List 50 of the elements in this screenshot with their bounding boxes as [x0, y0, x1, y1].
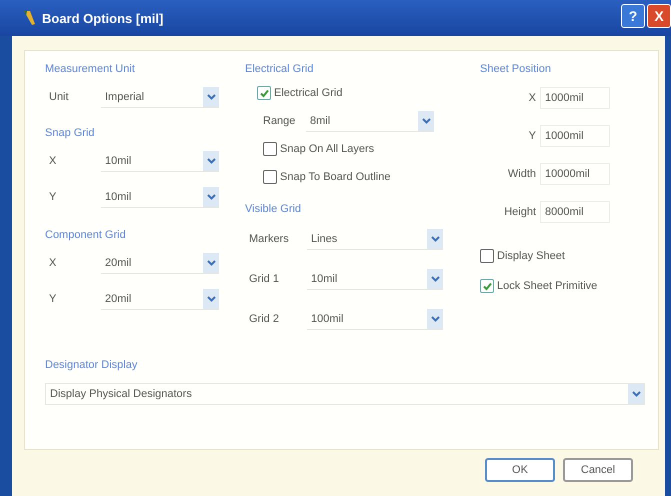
input-field[interactable]: 1000mil [540, 125, 610, 147]
field-label: Markers [249, 233, 290, 245]
help-button[interactable]: ? [621, 4, 645, 28]
checkbox[interactable] [480, 249, 494, 263]
dropdown-field[interactable]: Display Physical Designators [45, 383, 645, 405]
checkbox-label: Lock Sheet Primitive [497, 280, 598, 292]
field-label: Grid 2 [249, 313, 280, 325]
field-label: Height [503, 206, 536, 218]
ok-button[interactable]: OK [485, 458, 555, 482]
input-field[interactable]: 10000mil [540, 163, 610, 185]
close-button[interactable]: X [647, 4, 671, 28]
field-label: Unit [48, 91, 70, 103]
dropdown-field[interactable]: 20mil [101, 288, 219, 310]
dropdown-field[interactable]: 100mil [307, 308, 443, 330]
section-heading: Visible Grid [245, 203, 302, 217]
dropdown-field[interactable]: 10mil [307, 268, 443, 290]
checkbox[interactable] [263, 170, 277, 184]
checkbox[interactable] [263, 142, 277, 156]
dropdown-field[interactable]: 10mil [101, 186, 219, 208]
section-heading: Sheet Position [480, 63, 552, 77]
checkbox-label: Snap To Board Outline [280, 171, 390, 183]
dropdown-field[interactable]: Lines [307, 228, 443, 250]
field-label: X [528, 92, 536, 104]
field-label: Grid 1 [249, 273, 280, 285]
section-heading: Snap Grid [45, 127, 96, 141]
field-label: Width [506, 168, 536, 180]
field-label: Range [263, 115, 296, 127]
input-field[interactable]: 1000mil [540, 87, 610, 109]
field-label: Y [48, 293, 58, 305]
input-field[interactable]: 8000mil [540, 201, 610, 223]
field-label: X [48, 155, 58, 167]
section-heading: Measurement Unit [45, 63, 136, 77]
field-label: Y [528, 130, 536, 142]
dropdown-field[interactable]: 10mil [101, 150, 219, 172]
dropdown-field[interactable]: 8mil [306, 110, 434, 132]
window-title: Board Options [mil] [42, 10, 164, 26]
field-label: X [48, 257, 58, 269]
cancel-button[interactable]: Cancel [563, 458, 633, 482]
pencil-icon [22, 10, 36, 26]
checkbox[interactable] [480, 279, 494, 293]
field-label: Y [48, 191, 58, 203]
dropdown-field[interactable]: 20mil [101, 252, 219, 274]
section-heading: Designator Display [45, 359, 138, 373]
checkbox-label: Electrical Grid [274, 87, 342, 99]
checkbox-label: Display Sheet [497, 250, 565, 262]
checkbox[interactable] [257, 86, 271, 100]
section-heading: Component Grid [45, 229, 127, 243]
dropdown-field[interactable]: Imperial [101, 86, 219, 108]
checkbox-label: Snap On All Layers [280, 143, 374, 155]
section-heading: Electrical Grid [245, 63, 314, 77]
